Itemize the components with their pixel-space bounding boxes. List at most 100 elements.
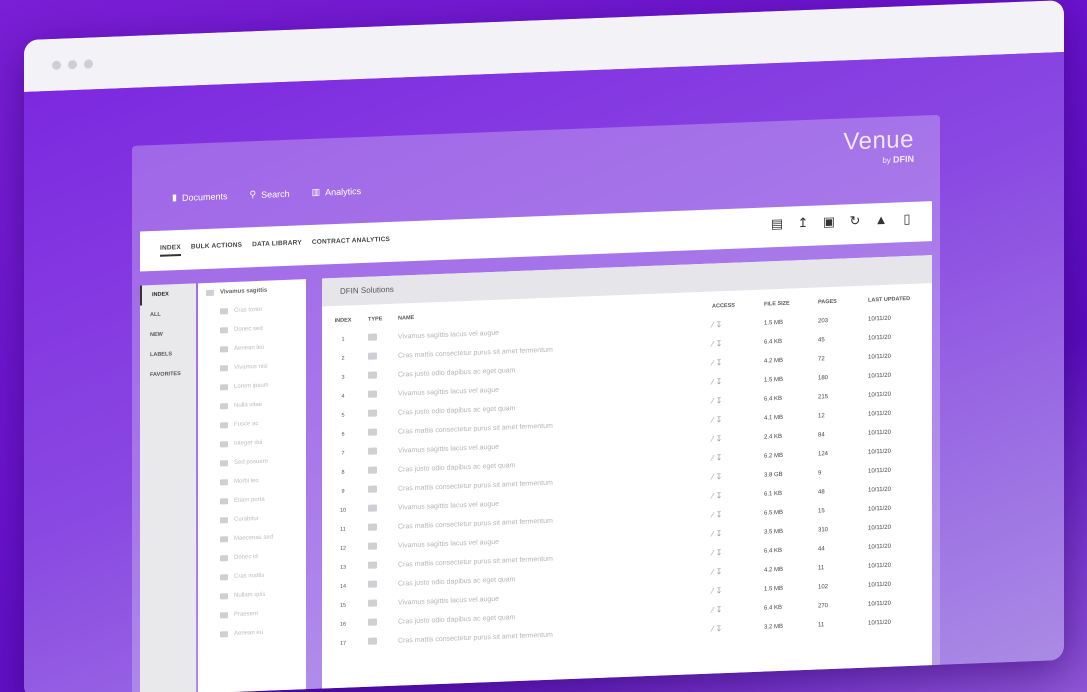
download-icon[interactable]: ↧ bbox=[716, 396, 723, 405]
download-icon[interactable]: ↧ bbox=[716, 453, 723, 462]
download-icon[interactable]: ↧ bbox=[716, 472, 723, 481]
tree-item-label: Morbi leo bbox=[234, 477, 259, 485]
row-type bbox=[364, 366, 394, 386]
row-size: 4.2 MB bbox=[764, 357, 784, 365]
tab-index[interactable]: INDEX bbox=[160, 243, 181, 257]
row-pages: 270 bbox=[818, 602, 829, 609]
tab-contract-analytics[interactable]: CONTRACT ANALYTICS bbox=[312, 236, 390, 251]
col-type[interactable]: TYPE bbox=[364, 310, 394, 329]
download-icon[interactable]: ↧ bbox=[716, 605, 723, 614]
tree-item[interactable]: Aenean eu bbox=[198, 621, 306, 644]
download-icon[interactable]: ↧ bbox=[716, 415, 723, 424]
row-access: ⁄ ↧ bbox=[708, 371, 760, 392]
toolbar-icons: ▤ ↥ ▣ ↻ ▲ ▯ bbox=[770, 211, 914, 232]
row-index: 13 bbox=[339, 564, 347, 571]
col-size[interactable]: FILE SIZE bbox=[760, 294, 814, 314]
edit-icon[interactable]: ⁄ bbox=[712, 340, 713, 349]
row-type bbox=[364, 556, 394, 576]
nav-documents[interactable]: ▮ Documents bbox=[172, 190, 227, 203]
folder-icon bbox=[220, 326, 228, 333]
row-index: 12 bbox=[339, 545, 347, 552]
search-icon: ⚲ bbox=[249, 189, 257, 200]
edit-icon[interactable]: ⁄ bbox=[712, 397, 713, 406]
row-size: 3.5 MB bbox=[764, 528, 784, 536]
left-nav-favorites[interactable]: FAVORITES bbox=[140, 363, 196, 385]
download-icon[interactable]: ↧ bbox=[716, 377, 723, 386]
brand-sub: by DFIN bbox=[882, 154, 914, 165]
download-icon[interactable]: ↧ bbox=[716, 529, 723, 538]
row-index: 4 bbox=[341, 393, 345, 400]
download-icon[interactable]: ↧ bbox=[716, 491, 723, 500]
row-pages: 12 bbox=[818, 412, 825, 419]
folder-icon bbox=[368, 637, 377, 645]
col-pages[interactable]: PAGES bbox=[814, 292, 864, 312]
edit-icon[interactable]: ⁄ bbox=[712, 378, 713, 387]
left-nav-index[interactable]: INDEX bbox=[140, 283, 196, 306]
scene: Venue by DFIN ▮ Documents ⚲ Search ▥ Ana… bbox=[0, 0, 1087, 692]
tree-root-label: Vivamus sagittis bbox=[220, 287, 268, 295]
nav-analytics[interactable]: ▥ Analytics bbox=[312, 185, 362, 198]
edit-icon[interactable]: ⁄ bbox=[712, 587, 713, 596]
folder-upload-icon[interactable]: ▣ bbox=[822, 214, 836, 230]
left-nav-labels[interactable]: LABELS bbox=[140, 343, 196, 365]
nav-search[interactable]: ⚲ Search bbox=[249, 188, 289, 201]
close-dot[interactable] bbox=[52, 60, 61, 70]
folder-icon bbox=[368, 371, 377, 379]
download-icon[interactable]: ↧ bbox=[716, 434, 723, 443]
refresh-icon[interactable]: ↻ bbox=[848, 213, 862, 229]
row-type bbox=[364, 442, 394, 462]
edit-icon[interactable]: ⁄ bbox=[712, 321, 713, 330]
document-new-icon[interactable]: ▯ bbox=[900, 211, 914, 227]
row-index: 8 bbox=[341, 469, 345, 476]
tab-data-library[interactable]: DATA LIBRARY bbox=[252, 239, 302, 253]
tab-bulk-actions[interactable]: BULK ACTIONS bbox=[191, 242, 242, 256]
tree-item-label: Donec sed bbox=[234, 325, 263, 333]
download-icon[interactable]: ↧ bbox=[716, 358, 723, 367]
download-icon[interactable]: ↧ bbox=[716, 624, 723, 633]
nav-analytics-label: Analytics bbox=[325, 185, 362, 197]
edit-icon[interactable]: ⁄ bbox=[712, 568, 713, 577]
edit-icon[interactable]: ⁄ bbox=[712, 530, 713, 539]
row-index: 5 bbox=[341, 412, 345, 419]
edit-icon[interactable]: ⁄ bbox=[712, 549, 713, 558]
download-icon[interactable]: ↧ bbox=[716, 320, 723, 329]
edit-icon[interactable]: ⁄ bbox=[712, 416, 713, 425]
edit-icon[interactable]: ⁄ bbox=[712, 435, 713, 444]
edit-icon[interactable]: ⁄ bbox=[712, 454, 713, 463]
row-size: 3.8 GB bbox=[764, 471, 783, 479]
folder-icon bbox=[220, 459, 228, 466]
col-index[interactable]: INDEX bbox=[322, 311, 364, 331]
download-icon[interactable]: ↧ bbox=[716, 586, 723, 595]
folder-icon bbox=[220, 611, 228, 618]
alert-icon[interactable]: ▲ bbox=[874, 212, 888, 228]
edit-icon[interactable]: ⁄ bbox=[712, 511, 713, 520]
left-nav-all[interactable]: ALL bbox=[140, 303, 196, 325]
minimize-dot[interactable] bbox=[68, 59, 77, 70]
clipboard-icon[interactable]: ▤ bbox=[770, 216, 784, 232]
download-icon[interactable]: ↧ bbox=[716, 567, 723, 576]
download-icon[interactable]: ↧ bbox=[716, 510, 723, 519]
upload-icon[interactable]: ↥ bbox=[796, 215, 810, 231]
edit-icon[interactable]: ⁄ bbox=[712, 625, 713, 634]
tree-item-label: Cras tortor bbox=[234, 306, 263, 314]
edit-icon[interactable]: ⁄ bbox=[712, 492, 713, 501]
tree-item-label: Lorem ipsum bbox=[234, 382, 269, 390]
edit-icon[interactable]: ⁄ bbox=[712, 606, 713, 615]
folder-icon bbox=[368, 599, 377, 607]
left-nav-new[interactable]: NEW bbox=[140, 323, 196, 345]
edit-icon[interactable]: ⁄ bbox=[712, 473, 713, 482]
download-icon[interactable]: ↧ bbox=[716, 548, 723, 557]
top-nav: ▮ Documents ⚲ Search ▥ Analytics bbox=[172, 185, 361, 203]
row-access: ⁄ ↧ bbox=[708, 485, 760, 506]
edit-icon[interactable]: ⁄ bbox=[712, 359, 713, 368]
document-icon: ▮ bbox=[172, 192, 177, 203]
col-access[interactable]: ACCESS bbox=[708, 296, 760, 316]
maximize-dot[interactable] bbox=[84, 59, 93, 69]
download-icon[interactable]: ↧ bbox=[716, 339, 723, 348]
folder-icon bbox=[368, 561, 377, 569]
row-type bbox=[364, 575, 394, 595]
tree-item-label: Curabitur bbox=[234, 515, 259, 523]
row-pages: 84 bbox=[818, 431, 825, 438]
folder-icon bbox=[220, 421, 228, 428]
row-type bbox=[364, 347, 394, 367]
